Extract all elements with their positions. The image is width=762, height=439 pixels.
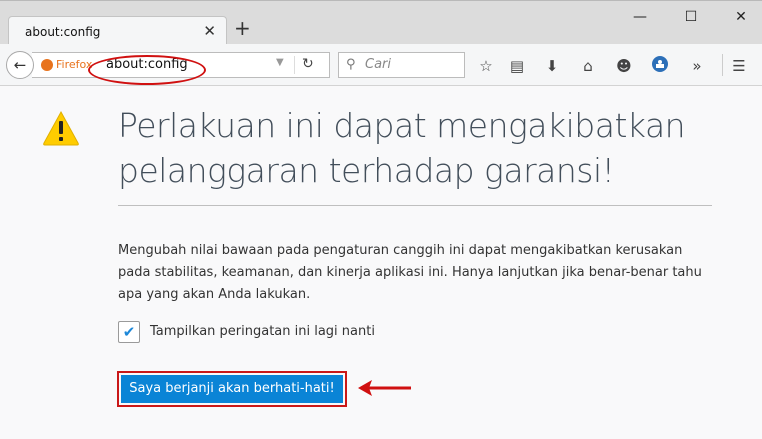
accept-risk-button[interactable]: Saya berjanji akan berhati-hati!: [121, 375, 343, 403]
search-input[interactable]: Cari: [365, 57, 391, 72]
url-separator: [294, 56, 295, 74]
title-bar: about:config ✕ + — ☐ ✕: [0, 0, 762, 46]
tab-close-icon[interactable]: ✕: [203, 22, 216, 40]
bookmark-star-icon[interactable]: ☆: [475, 55, 497, 77]
back-arrow-icon: ←: [13, 56, 27, 74]
toolbar-separator: [722, 54, 723, 76]
reading-list-icon[interactable]: ▤: [506, 55, 528, 77]
checkmark-icon: ✔: [122, 323, 136, 341]
back-button[interactable]: ←: [6, 51, 34, 79]
annotation-oval: [88, 55, 206, 85]
tab-title: about:config: [25, 25, 101, 39]
overflow-icon[interactable]: »: [686, 55, 708, 77]
maximize-button[interactable]: ☐: [676, 5, 706, 29]
warning-description: Mengubah nilai bawaan pada pengaturan ca…: [118, 243, 702, 302]
warning-icon: [43, 110, 79, 146]
title-line-1: Perlakuan ini dapat mengakibatkan: [118, 106, 686, 145]
tab-about-config[interactable]: about:config ✕: [8, 16, 227, 46]
home-icon[interactable]: ⌂: [577, 55, 599, 77]
show-warning-label[interactable]: Tampilkan peringatan ini lagi nanti: [150, 324, 375, 339]
warning-page: Perlakuan ini dapat mengakibatkan pelang…: [0, 87, 762, 439]
title-line-2: pelanggaran terhadap garansi!: [118, 151, 615, 190]
emoji-icon[interactable]: ☻: [613, 55, 635, 77]
menu-icon[interactable]: ☰: [728, 55, 750, 77]
divider: [118, 205, 712, 206]
minimize-button[interactable]: —: [625, 5, 655, 29]
extension-icon[interactable]: [649, 55, 671, 77]
identity-label[interactable]: Firefox: [56, 58, 92, 71]
reload-icon[interactable]: ↻: [302, 56, 314, 72]
firefox-icon: [41, 59, 53, 71]
download-icon[interactable]: ⬇: [541, 55, 563, 77]
page-title: Perlakuan ini dapat mengakibatkan pelang…: [118, 103, 718, 193]
close-window-button[interactable]: ✕: [726, 5, 756, 29]
search-icon: ⚲: [346, 57, 356, 72]
search-box[interactable]: ⚲ Cari: [338, 52, 465, 78]
new-tab-button[interactable]: +: [234, 17, 251, 39]
url-dropdown-icon[interactable]: ▼: [276, 57, 284, 68]
show-warning-checkbox[interactable]: ✔: [118, 321, 140, 343]
annotation-arrow-icon: [358, 380, 411, 396]
